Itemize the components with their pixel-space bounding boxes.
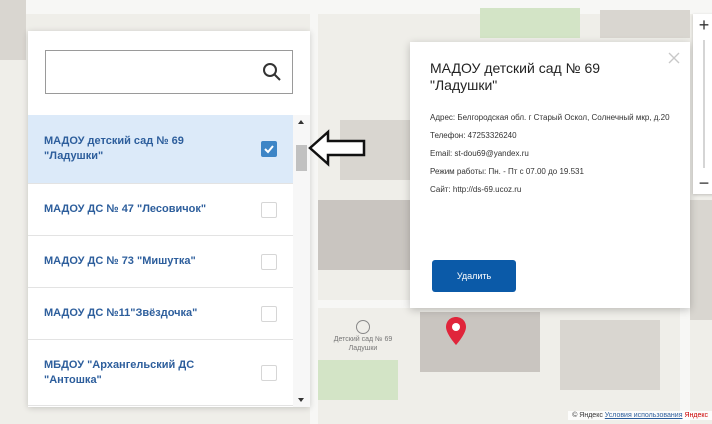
place-icon — [356, 320, 370, 334]
search-field[interactable] — [45, 50, 293, 94]
scroll-up-icon[interactable] — [298, 120, 304, 124]
search-icon[interactable] — [262, 62, 282, 82]
map-place-label[interactable]: Детский сад № 69 Ладушки — [323, 320, 403, 353]
address-text: Адрес: Белгородская обл. г Старый Оскол,… — [430, 113, 670, 122]
zoom-in-button[interactable]: + — [693, 14, 712, 36]
list-item-checkbox[interactable] — [261, 201, 277, 218]
list-item[interactable]: МАДОУ ДС № 47 "Лесовичок" — [28, 184, 293, 236]
copyright-prefix: © Яндекс — [572, 412, 603, 419]
list-item-checkbox[interactable] — [261, 141, 277, 157]
delete-button[interactable]: Удалить — [432, 260, 516, 292]
map-pin-icon[interactable] — [445, 316, 467, 346]
zoom-out-button[interactable]: − — [693, 172, 712, 194]
list-item-checkbox[interactable] — [261, 305, 277, 322]
place-info-balloon: МАДОУ детский сад № 69 "Ладушки" Адрес: … — [410, 42, 690, 308]
checkmark-icon — [264, 145, 274, 154]
list-item[interactable]: МАДОУ детский сад № 69 "Ладушки" — [28, 115, 293, 184]
yandex-logo[interactable]: Яндекс — [684, 412, 708, 419]
list-item-checkbox[interactable] — [261, 364, 277, 381]
email-text: Email: st-dou69@yandex.ru — [430, 149, 529, 158]
list-item[interactable]: МБДОУ "Архангельский ДС "Антошка" — [28, 340, 293, 406]
scroll-thumb[interactable] — [296, 145, 307, 171]
kindergarten-list: МАДОУ детский сад № 69 "Ладушки" МАДОУ Д… — [28, 115, 293, 407]
search-input[interactable] — [46, 51, 256, 93]
zoom-control: + − — [693, 14, 712, 194]
list-item-label: МАДОУ детский сад № 69 "Ладушки" — [44, 135, 184, 162]
map-copyright: © Яндекс Условия использования Яндекс — [568, 411, 712, 420]
annotation-arrow-icon — [308, 129, 366, 167]
scroll-down-icon[interactable] — [298, 398, 304, 402]
site-text: Сайт: http://ds-69.ucoz.ru — [430, 185, 522, 194]
balloon-title: МАДОУ детский сад № 69 "Ладушки" — [430, 60, 601, 93]
hours-text: Режим работы: Пн. - Пт с 07.00 до 19.531 — [430, 167, 584, 176]
list-item[interactable]: МАДОУ ДС №11"Звёздочка" — [28, 288, 293, 340]
terms-link[interactable]: Условия использования — [605, 412, 683, 419]
list-item-label: МАДОУ ДС № 73 "Мишутка" — [44, 255, 196, 267]
list-item-label: МБДОУ "Архангельский ДС "Антошка" — [44, 358, 195, 386]
list-item[interactable]: МАДОУ ДС № 73 "Мишутка" — [28, 236, 293, 288]
phone-text: Телефон: 47253326240 — [430, 131, 517, 140]
list-item-checkbox[interactable] — [261, 253, 277, 270]
list-item-label: МАДОУ ДС № 47 "Лесовичок" — [44, 203, 207, 215]
list-item-label: МАДОУ ДС №11"Звёздочка" — [44, 307, 198, 319]
zoom-slider[interactable] — [703, 40, 705, 168]
balloon-details: Адрес: Белгородская обл. г Старый Оскол,… — [430, 112, 680, 202]
kindergarten-list-panel: МАДОУ детский сад № 69 "Ладушки" МАДОУ Д… — [28, 31, 310, 407]
